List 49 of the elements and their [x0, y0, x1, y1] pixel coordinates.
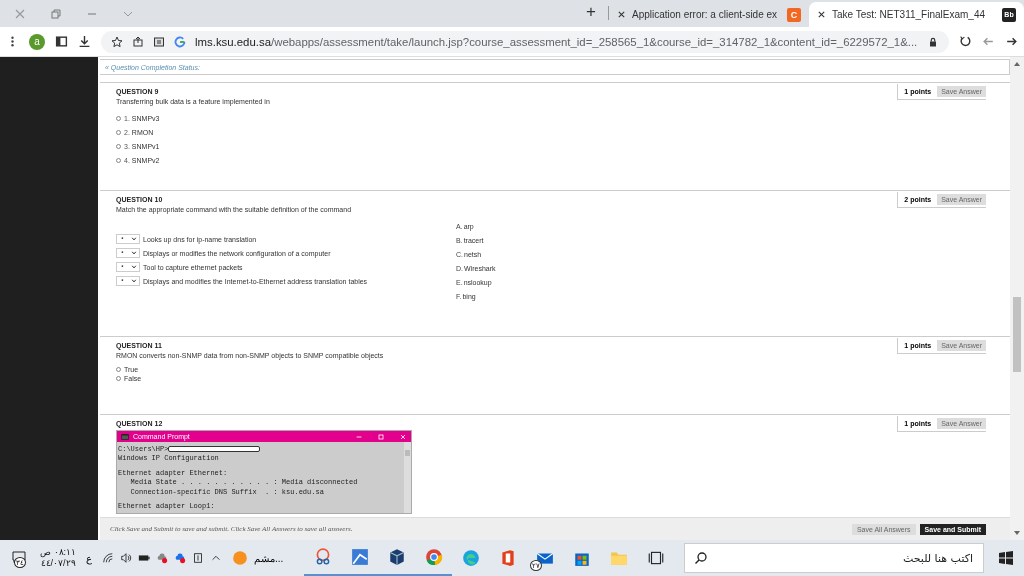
answer-dropdown[interactable]: · [116, 276, 140, 286]
scrollbar[interactable] [1010, 57, 1024, 540]
google-icon [174, 35, 186, 48]
favicon: C [787, 7, 801, 22]
install-icon[interactable] [153, 35, 165, 48]
start-icon[interactable] [998, 550, 1014, 566]
chevron-icon [131, 264, 137, 270]
weather-text[interactable]: مشم... [254, 552, 284, 564]
language-indicator[interactable]: ع [86, 552, 93, 564]
volume-icon[interactable] [120, 552, 133, 564]
cube-icon[interactable] [387, 548, 406, 566]
browser-tab[interactable]: Application error: a client-side ex C [609, 2, 809, 27]
search-icon [694, 551, 708, 565]
chevron-icon [131, 236, 137, 242]
cloud-error-icon[interactable] [174, 552, 187, 564]
star-icon[interactable] [111, 35, 123, 48]
answer-dropdown[interactable]: · [116, 262, 140, 272]
clock[interactable]: ٠٨:١١ ص ٤٤/٠٧/٢٩ [40, 547, 77, 569]
download-icon[interactable] [78, 35, 91, 48]
wifi-icon[interactable] [102, 552, 115, 564]
scroll-up-icon[interactable] [1013, 60, 1021, 68]
maximize-icon[interactable] [377, 432, 385, 441]
scrollbar[interactable] [404, 442, 411, 513]
answer-dropdown[interactable]: · [116, 234, 140, 244]
close-icon[interactable] [817, 10, 826, 19]
close-icon[interactable] [617, 10, 626, 19]
forward-icon[interactable] [1005, 35, 1018, 48]
chevron-icon [131, 250, 137, 256]
scroll-thumb[interactable] [1013, 297, 1021, 372]
answer-dropdown[interactable]: · [116, 248, 140, 258]
reload-icon[interactable] [959, 35, 972, 48]
sidebar-icon[interactable] [55, 35, 68, 48]
scroll-down-icon[interactable] [1013, 529, 1021, 537]
new-tab-button[interactable]: + [586, 2, 596, 22]
app-window-icon[interactable] [350, 548, 369, 566]
search-field[interactable]: اكتب هنا للبحث [684, 543, 984, 573]
lock-icon[interactable] [927, 35, 939, 48]
colorful-circle-icon[interactable] [424, 548, 443, 566]
tab-title: Take Test: NET311_FinalExam_44 [832, 9, 987, 20]
chevron-icon [131, 278, 137, 284]
console-icon [121, 433, 129, 440]
restore-icon[interactable] [50, 8, 62, 20]
cloud-error-icon[interactable] [156, 552, 169, 564]
task-view-icon[interactable] [646, 549, 665, 567]
battery-icon[interactable] [138, 552, 151, 564]
back-icon[interactable] [982, 35, 995, 48]
tab-title: Application error: a client-side ex [632, 9, 779, 20]
wave-circle-icon[interactable] [461, 549, 480, 567]
share-icon[interactable] [132, 35, 144, 48]
